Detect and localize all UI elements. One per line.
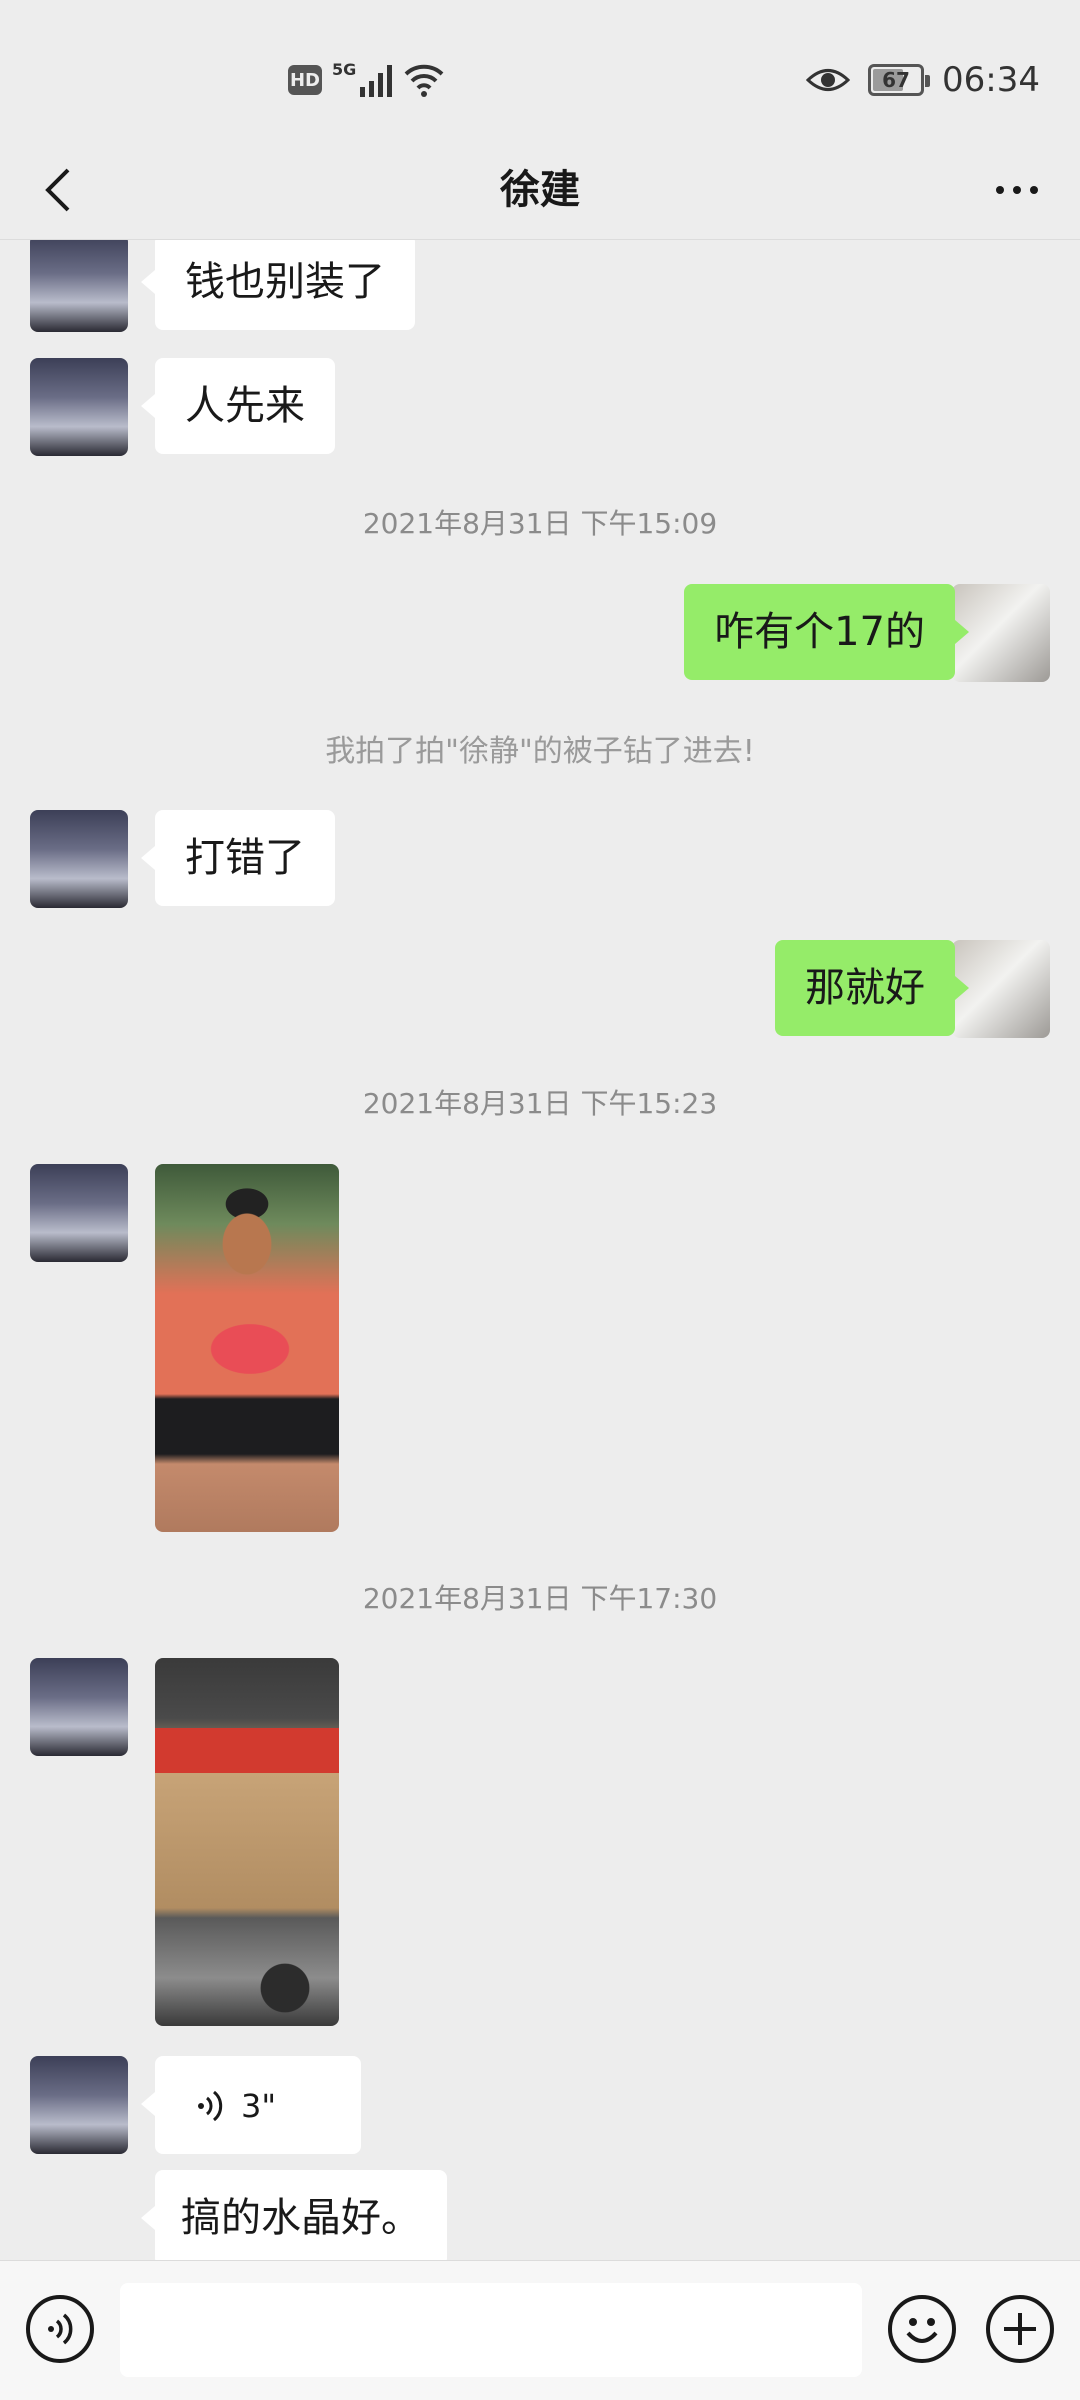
timestamp: 2021年8月31日 下午15:23 bbox=[362, 1087, 718, 1120]
voice-message[interactable]: 3" bbox=[141, 2056, 361, 2154]
chat-title: 徐建 bbox=[500, 167, 580, 213]
plus-icon bbox=[1004, 2313, 1036, 2345]
battery-level: 67 bbox=[882, 68, 910, 92]
eye-icon bbox=[806, 69, 851, 91]
emoji-button[interactable] bbox=[888, 2295, 956, 2363]
friend-avatar[interactable] bbox=[30, 1658, 128, 1756]
message-row: 咋有个17的 bbox=[0, 584, 1080, 684]
battery-icon: 67 bbox=[868, 64, 931, 96]
status-bar: HD 5G 67 06:34 bbox=[0, 0, 1080, 160]
text-bubble[interactable]: 咋有个17的 bbox=[684, 584, 969, 680]
clock: 06:34 bbox=[942, 60, 1040, 100]
message-row bbox=[0, 1658, 1080, 2028]
hd-badge: HD bbox=[288, 65, 322, 95]
friend-avatar[interactable] bbox=[30, 810, 128, 908]
message-list[interactable]: 钱也别装了 人先来 2021年8月31日 下午15:09 咋有个17的 我拍了拍… bbox=[0, 240, 1080, 2260]
message-row: 搞的水晶好。 bbox=[0, 2170, 1080, 2260]
message-input[interactable] bbox=[120, 2283, 862, 2377]
status-right: 67 06:34 bbox=[806, 56, 1040, 104]
text-bubble[interactable]: 那就好 bbox=[775, 940, 969, 1036]
more-options-button[interactable] bbox=[982, 160, 1052, 220]
message-row: 那就好 bbox=[0, 940, 1080, 1040]
more-dot-icon bbox=[1013, 186, 1021, 194]
image-message[interactable] bbox=[155, 1658, 339, 2026]
text-bubble[interactable]: 打错了 bbox=[141, 810, 335, 906]
status-left: HD 5G bbox=[288, 56, 446, 104]
more-dot-icon bbox=[1030, 186, 1038, 194]
smiley-icon bbox=[906, 2318, 938, 2343]
text-bubble[interactable]: 钱也别装了 bbox=[141, 240, 415, 330]
text-bubble[interactable]: 人先来 bbox=[141, 358, 335, 454]
message-row: 钱也别装了 bbox=[0, 240, 1080, 334]
message-row: 3" bbox=[0, 2056, 1080, 2156]
more-dot-icon bbox=[996, 186, 1004, 194]
network-type: 5G bbox=[332, 60, 357, 79]
chat-header: 徐建 bbox=[0, 140, 1080, 240]
signal-icon bbox=[360, 63, 393, 97]
voice-wave-icon bbox=[48, 2313, 73, 2345]
image-message[interactable] bbox=[155, 1164, 339, 1532]
message-row: 打错了 bbox=[0, 810, 1080, 910]
timestamp: 2021年8月31日 下午17:30 bbox=[362, 1582, 718, 1615]
voice-wave-icon bbox=[195, 2088, 227, 2124]
friend-avatar[interactable] bbox=[30, 358, 128, 456]
text-bubble[interactable]: 搞的水晶好。 bbox=[141, 2170, 447, 2260]
system-message: 我拍了拍"徐静"的被子钻了进去! bbox=[325, 734, 755, 769]
voice-duration: 3" bbox=[241, 2087, 277, 2125]
friend-avatar[interactable] bbox=[30, 1164, 128, 1262]
voice-input-button[interactable] bbox=[26, 2295, 94, 2363]
message-row: 人先来 bbox=[0, 358, 1080, 458]
message-row bbox=[0, 1164, 1080, 1534]
friend-avatar[interactable] bbox=[30, 240, 128, 332]
input-bar bbox=[0, 2260, 1080, 2400]
more-actions-button[interactable] bbox=[986, 2295, 1054, 2363]
friend-avatar[interactable] bbox=[30, 2056, 128, 2154]
wifi-icon bbox=[404, 64, 444, 97]
timestamp: 2021年8月31日 下午15:09 bbox=[362, 507, 718, 540]
